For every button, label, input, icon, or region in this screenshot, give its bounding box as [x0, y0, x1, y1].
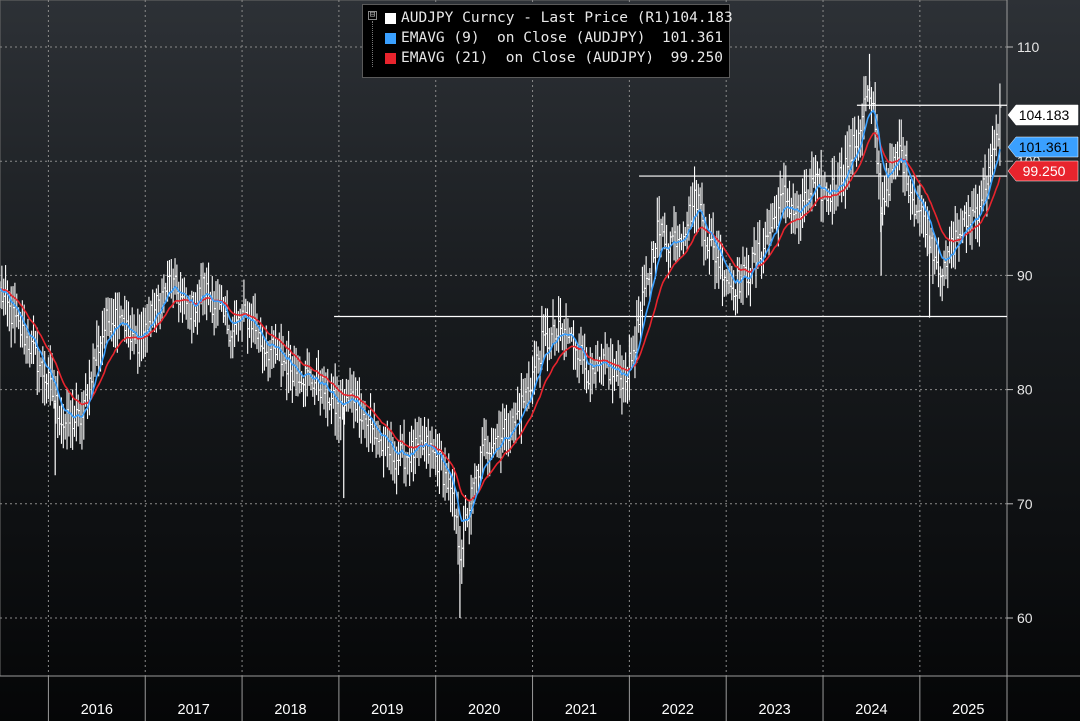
x-tick-label: 2018 — [274, 702, 306, 718]
y-tick-label: 60 — [1017, 610, 1033, 626]
legend-value-price: 104.183 — [671, 10, 733, 26]
legend-entry-ema9[interactable]: EMAVG (9) on Close (AUDJPY) 101.361 — [385, 28, 723, 48]
price-tag-label: 101.361 — [1019, 139, 1070, 155]
legend-label-price: AUDJPY Curncy - Last Price (R1) — [401, 10, 672, 26]
x-tick-label: 2017 — [178, 702, 210, 718]
legend-label-ema21: EMAVG (21) on Close (AUDJPY) — [401, 50, 655, 66]
legend-swatch-ema9 — [385, 32, 396, 44]
legend-tree-line — [372, 21, 379, 67]
y-tick-label: 90 — [1017, 267, 1033, 283]
legend-collapse-icon[interactable]: ⊟ — [368, 11, 377, 20]
legend-entry-ema21[interactable]: EMAVG (21) on Close (AUDJPY) 99.250 — [385, 48, 723, 68]
legend-swatch-ema21 — [385, 52, 396, 64]
price-tag-ema9: 101.361 — [1007, 136, 1079, 158]
price-chart: 6070809010011020162017201820192020202120… — [0, 0, 1080, 721]
x-tick-label: 2021 — [565, 702, 597, 718]
price-tag-last: 104.183 — [1007, 104, 1079, 126]
price-tag-label: 99.250 — [1023, 163, 1066, 179]
x-tick-label: 2022 — [662, 702, 694, 718]
legend-entry-price[interactable]: AUDJPY Curncy - Last Price (R1) 104.183 — [385, 8, 733, 28]
legend-value-ema9: 101.361 — [661, 30, 723, 46]
y-tick-label: 80 — [1017, 382, 1033, 398]
chart-legend[interactable]: ⊟ AUDJPY Curncy - Last Price (R1) 104.18… — [362, 4, 733, 78]
legend-label-ema9: EMAVG (9) on Close (AUDJPY) — [401, 30, 646, 46]
legend-swatch-price — [385, 12, 396, 24]
y-tick-label: 70 — [1017, 496, 1033, 512]
x-tick-label: 2020 — [468, 702, 500, 718]
price-bars — [0, 53, 1002, 618]
price-tag-ema21: 99.250 — [1007, 160, 1079, 182]
x-tick-label: 2025 — [952, 702, 984, 718]
x-tick-label: 2023 — [758, 702, 790, 718]
plot-frame — [0, 0, 1008, 677]
x-tick-label: 2016 — [81, 702, 113, 718]
x-tick-label: 2024 — [855, 702, 887, 718]
price-tag-label: 104.183 — [1019, 107, 1070, 123]
x-tick-label: 2019 — [371, 702, 403, 718]
y-tick-label: 110 — [1017, 39, 1040, 55]
chart-window: 6070809010011020162017201820192020202120… — [0, 0, 1080, 721]
ema9-line — [0, 109, 1001, 522]
legend-value-ema21: 99.250 — [670, 50, 723, 66]
